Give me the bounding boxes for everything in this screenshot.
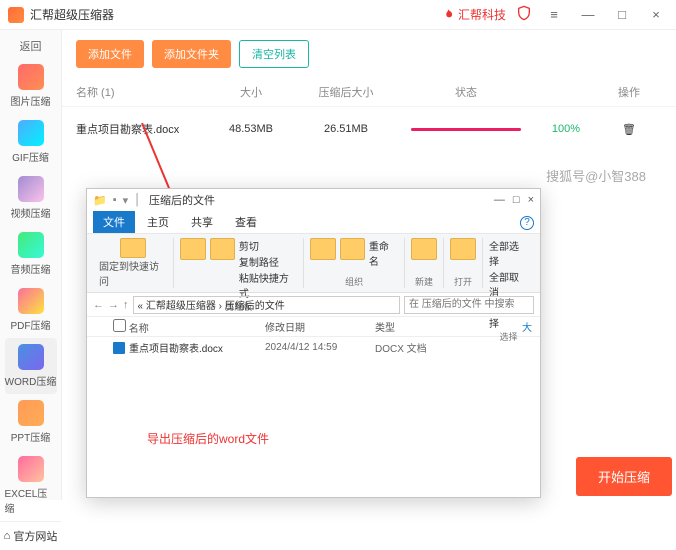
table-header: 名称 (1) 大小 压缩后大小 状态 操作 — [62, 78, 676, 107]
close-button[interactable]: × — [644, 7, 668, 22]
delete-icon[interactable] — [340, 238, 365, 260]
folder-icon: 📁 — [93, 194, 107, 207]
minimize-button[interactable]: — — [576, 7, 600, 22]
explorer-row[interactable]: 重点项目勘察表.docx 2024/4/12 14:59 DOCX 文档 — [87, 337, 540, 358]
clear-list-button[interactable]: 清空列表 — [239, 40, 309, 68]
tab-share[interactable]: 共享 — [181, 211, 223, 233]
ex-max-button[interactable]: □ — [513, 194, 520, 206]
sidebar-item-gif[interactable]: GIF压缩 — [5, 114, 57, 170]
new-folder-icon[interactable] — [411, 238, 437, 260]
sidebar-item-image[interactable]: 图片压缩 — [5, 58, 57, 114]
ppt-icon — [18, 400, 44, 426]
flame-icon — [441, 8, 455, 22]
sidebar-item-audio[interactable]: 音频压缩 — [5, 226, 57, 282]
col-op: 操作 — [596, 84, 662, 100]
image-icon — [18, 64, 44, 90]
explorer-title: 压缩后的文件 — [149, 192, 494, 208]
paste-icon[interactable] — [210, 238, 235, 260]
tab-file[interactable]: 文件 — [93, 211, 135, 233]
sidebar: 返回 图片压缩 GIF压缩 视频压缩 音频压缩 PDF压缩 WORD压缩 PPT… — [0, 30, 62, 500]
content: 添加文件 添加文件夹 清空列表 名称 (1) 大小 压缩后大小 状态 操作 重点… — [62, 30, 676, 500]
progress-bar — [411, 128, 521, 131]
ex-min-button[interactable]: — — [494, 194, 505, 206]
breadcrumb[interactable]: « 汇帮超级压缩器 › 压缩后的文件 — [133, 296, 401, 314]
toolbar: 添加文件 添加文件夹 清空列表 — [62, 30, 676, 78]
explorer-tabs: 文件 主页 共享 查看 ? — [87, 211, 540, 233]
annotation-text: 导出压缩后的word文件 — [147, 430, 269, 447]
shield-icon[interactable] — [516, 5, 532, 24]
official-site-link[interactable]: ⌂官方网站 — [0, 521, 61, 550]
move-icon[interactable] — [310, 238, 335, 260]
docx-icon — [113, 342, 125, 354]
add-folder-button[interactable]: 添加文件夹 — [152, 40, 231, 68]
brand-link[interactable]: 汇帮科技 — [441, 6, 506, 23]
file-size: 48.53MB — [206, 123, 296, 135]
sidebar-item-video[interactable]: 视频压缩 — [5, 170, 57, 226]
menu-button[interactable]: ≡ — [542, 7, 566, 22]
explorer-titlebar: 📁▪▾│ 压缩后的文件 —□× — [87, 189, 540, 211]
sidebar-item-excel[interactable]: EXCEL压缩 — [5, 450, 57, 521]
col-status: 状态 — [396, 84, 536, 100]
home-icon: ⌂ — [4, 530, 11, 542]
sidebar-item-word[interactable]: WORD压缩 — [5, 338, 57, 394]
maximize-button[interactable]: □ — [610, 7, 634, 22]
explorer-pathbar: ← → ↑ « 汇帮超级压缩器 › 压缩后的文件 — [87, 293, 540, 317]
properties-icon[interactable] — [450, 238, 476, 260]
help-icon[interactable]: ? — [520, 216, 534, 230]
sidebar-item-pdf[interactable]: PDF压缩 — [5, 282, 57, 338]
back-button[interactable]: 返回 — [20, 34, 42, 58]
pdf-icon — [18, 288, 44, 314]
copy-icon[interactable] — [180, 238, 205, 260]
tab-home[interactable]: 主页 — [137, 211, 179, 233]
audio-icon — [18, 232, 44, 258]
excel-icon — [18, 456, 44, 482]
delete-icon[interactable]: 🗑 — [622, 124, 636, 136]
col-name: 名称 (1) — [76, 84, 206, 100]
start-compress-button[interactable]: 开始压缩 — [576, 457, 672, 496]
search-input[interactable] — [404, 296, 534, 314]
file-after-size: 26.51MB — [296, 123, 396, 135]
explorer-columns: 名称 修改日期 类型 大 — [87, 317, 540, 337]
table-row: 重点项目勘察表.docx 48.53MB 26.51MB 100% 🗑 — [62, 107, 676, 151]
gif-icon — [18, 120, 44, 146]
col-after: 压缩后大小 — [296, 84, 396, 100]
tab-view[interactable]: 查看 — [225, 211, 267, 233]
ex-close-button[interactable]: × — [528, 194, 534, 206]
pin-icon[interactable] — [120, 238, 146, 258]
app-logo-icon — [8, 7, 24, 23]
file-name: 重点项目勘察表.docx — [76, 121, 206, 137]
sidebar-item-ppt[interactable]: PPT压缩 — [5, 394, 57, 450]
video-icon — [18, 176, 44, 202]
select-all-checkbox[interactable] — [113, 319, 126, 332]
watermark: 搜狐号@小智388 — [546, 166, 646, 185]
nav-fwd-icon[interactable]: → — [108, 299, 119, 311]
explorer-ribbon: 固定到快速访问 剪切复制路径粘贴快捷方式 剪贴板 重命名 组织 新建 打开 全部… — [87, 233, 540, 293]
col-size: 大小 — [206, 84, 296, 100]
status-percent: 100% — [536, 123, 596, 135]
add-file-button[interactable]: 添加文件 — [76, 40, 144, 68]
nav-back-icon[interactable]: ← — [93, 299, 104, 311]
nav-up-icon[interactable]: ↑ — [123, 299, 129, 311]
app-title: 汇帮超级压缩器 — [30, 6, 441, 23]
titlebar: 汇帮超级压缩器 汇帮科技 ≡ — □ × — [0, 0, 676, 30]
explorer-window: 📁▪▾│ 压缩后的文件 —□× 文件 主页 共享 查看 ? 固定到快速访问 剪切… — [86, 188, 541, 498]
word-icon — [18, 344, 44, 370]
